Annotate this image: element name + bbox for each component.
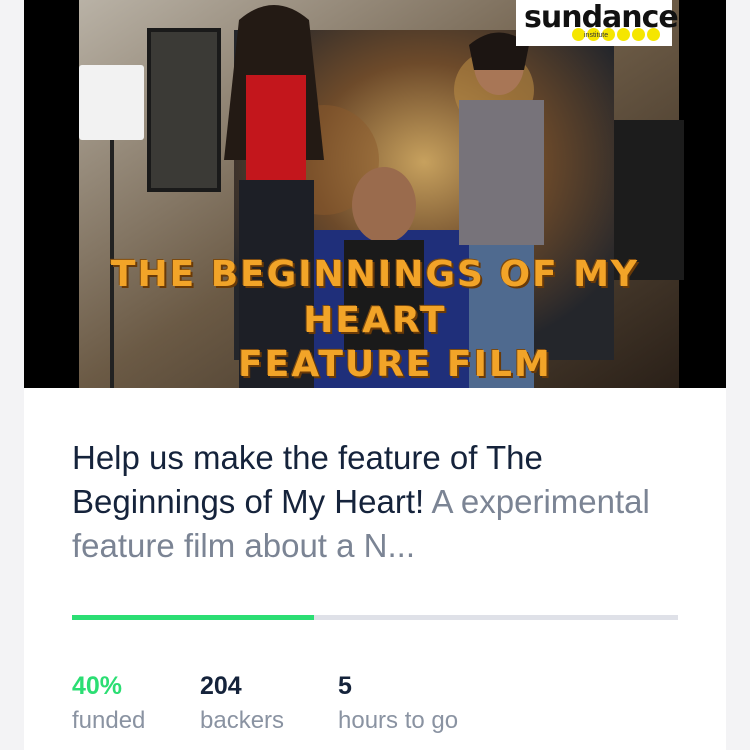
funded-label: funded bbox=[72, 707, 146, 734]
project-description[interactable]: Help us make the feature of The Beginnin… bbox=[72, 436, 692, 568]
film-title-line-1: THE BEGINNINGS OF MY bbox=[110, 254, 640, 295]
stat-time-left: 5 hours to go bbox=[338, 672, 458, 735]
funding-progress-bar bbox=[72, 615, 678, 620]
film-title-line-2: HEART bbox=[303, 300, 447, 341]
funded-percent: 40% bbox=[72, 672, 123, 700]
sundance-logo-sub: institute bbox=[584, 32, 609, 39]
film-title-line-3: FEATURE FILM bbox=[238, 344, 552, 385]
project-hero-image[interactable]: THE BEGINNINGS OF MY HEART FEATURE FILM … bbox=[24, 0, 726, 388]
time-left-value: 5 bbox=[338, 672, 352, 700]
project-card[interactable]: THE BEGINNINGS OF MY HEART FEATURE FILM … bbox=[24, 0, 726, 750]
stat-funded: 40% funded bbox=[72, 672, 145, 735]
funding-progress-fill bbox=[72, 615, 315, 620]
backers-label: backers bbox=[200, 707, 285, 734]
sundance-logo: sundance institute bbox=[516, 0, 679, 46]
backers-count: 204 bbox=[200, 672, 242, 700]
stat-backers: 204 backers bbox=[200, 672, 284, 735]
time-left-label: hours to go bbox=[338, 707, 459, 734]
